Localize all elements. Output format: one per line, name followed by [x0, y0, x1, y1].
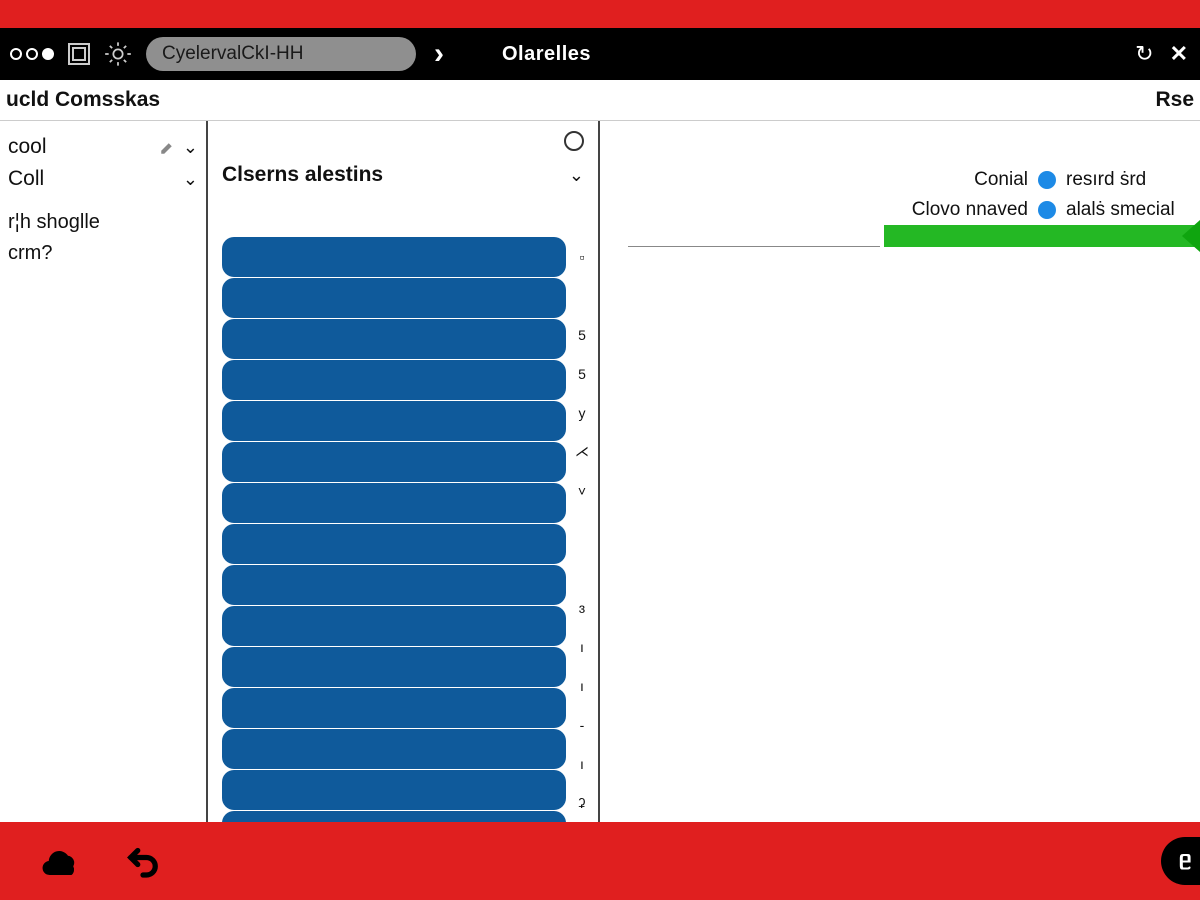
list-item[interactable] [222, 811, 566, 822]
status-row: Clovo nnaved alalṡ smecial [912, 195, 1176, 225]
list-item[interactable] [222, 770, 566, 810]
address-bar[interactable]: CyelervalCkI-HH [146, 37, 416, 71]
chevron-down-icon: ⌄ [183, 169, 198, 190]
forward-icon[interactable]: › [430, 37, 448, 71]
middle-column: Clserns alestins ⌄ ▫ [208, 121, 600, 822]
status-label: Clovo nnaved [912, 199, 1028, 221]
scroll-mark: ı [572, 627, 592, 666]
list-item[interactable] [222, 729, 566, 769]
cloud-icon[interactable] [40, 840, 82, 882]
sidebar-item-label: cool [8, 135, 47, 159]
sidebar-item-crm[interactable]: crm? [8, 238, 198, 269]
dot-icon [10, 48, 22, 60]
dot-icon [42, 48, 54, 60]
sidebar-item-cool[interactable]: cool ⌄ [8, 131, 198, 163]
list-item[interactable] [222, 483, 566, 523]
caret-left-icon [1182, 220, 1200, 252]
main-area: cool ⌄ Coll ⌄ r¦h shoglle crm? C [0, 120, 1200, 822]
right-column: Conial resırd ṡrd Clovo nnaved alalṡ sme… [600, 121, 1200, 822]
blue-list[interactable] [222, 237, 566, 822]
pencil-icon [159, 138, 177, 156]
bottom-pill-button[interactable]: ᥱ [1161, 837, 1200, 885]
scroll-mark: ı [572, 666, 592, 705]
app-frame: CyelervalCkI-HH › Olarelles ↻ ✕ ucld Com… [0, 0, 1200, 900]
scroll-mark: 5 [572, 354, 592, 393]
scroll-mark: ⋌ [572, 432, 592, 471]
list-item[interactable] [222, 606, 566, 646]
list-item[interactable] [222, 524, 566, 564]
list-item[interactable] [222, 565, 566, 605]
subheader-right: Rse [1155, 88, 1194, 112]
list-item[interactable] [222, 360, 566, 400]
layout-icon[interactable] [68, 43, 90, 65]
scroll-mark: ɜ [572, 588, 592, 627]
tab-title: Olarelles [502, 43, 591, 66]
scroll-mark: - [572, 705, 592, 744]
list-item[interactable] [222, 319, 566, 359]
status-row: Conial resırd ṡrd [912, 165, 1176, 195]
scroll-mark: ˅ [572, 471, 592, 510]
toolbar: CyelervalCkI-HH › Olarelles ↻ ✕ [0, 28, 1200, 80]
list-item[interactable] [222, 237, 566, 277]
window-dots[interactable] [10, 48, 54, 60]
list-item[interactable] [222, 278, 566, 318]
settings-icon[interactable] [104, 40, 132, 68]
scroll-track[interactable]: ▫ 5 5 y ⋌ ˅ ɜ ı ı - ı ʡ [572, 237, 592, 822]
scroll-mark [572, 549, 592, 588]
sidebar-item-coll[interactable]: Coll ⌄ [8, 163, 198, 195]
status-dot-icon [1038, 171, 1056, 189]
address-bar-text: CyelervalCkI-HH [162, 43, 303, 65]
list-item[interactable] [222, 688, 566, 728]
scroll-mark: 5 [572, 315, 592, 354]
close-icon[interactable]: ✕ [1170, 41, 1188, 67]
sub-header: ucld Comsskas Rse [0, 80, 1200, 120]
mid-heading: Clserns alestins [222, 163, 383, 187]
list-item[interactable] [222, 647, 566, 687]
refresh-icon[interactable]: ↻ [1135, 41, 1153, 67]
status-label: Conial [974, 169, 1028, 191]
scroll-mark: ı [572, 744, 592, 783]
chevron-down-icon[interactable]: ⌄ [569, 165, 584, 186]
pill-label: ᥱ [1179, 845, 1192, 877]
scroll-mark: ʡ [572, 783, 592, 822]
status-value: resırd ṡrd [1066, 169, 1176, 191]
undo-icon[interactable] [122, 840, 164, 882]
scroll-mark [572, 510, 592, 549]
scroll-mark [572, 276, 592, 315]
scroll-mark: y [572, 393, 592, 432]
list-item[interactable] [222, 401, 566, 441]
bottom-bar: ᥱ [0, 822, 1200, 900]
list-item[interactable] [222, 442, 566, 482]
sidebar: cool ⌄ Coll ⌄ r¦h shoglle crm? [0, 121, 208, 822]
chevron-down-icon: ⌄ [183, 137, 198, 158]
status-value: alalṡ smecial [1066, 199, 1176, 221]
sidebar-item-shoglle[interactable]: r¦h shoglle [8, 207, 198, 238]
status-block: Conial resırd ṡrd Clovo nnaved alalṡ sme… [912, 165, 1176, 225]
dot-icon [26, 48, 38, 60]
sidebar-item-label: Coll [8, 167, 44, 191]
progress-bar [884, 225, 1200, 247]
subheader-left: ucld Comsskas [6, 88, 160, 112]
status-dot-icon [1038, 201, 1056, 219]
scroll-mark: ▫ [572, 237, 592, 276]
divider [628, 246, 880, 247]
circle-icon[interactable] [564, 131, 584, 151]
